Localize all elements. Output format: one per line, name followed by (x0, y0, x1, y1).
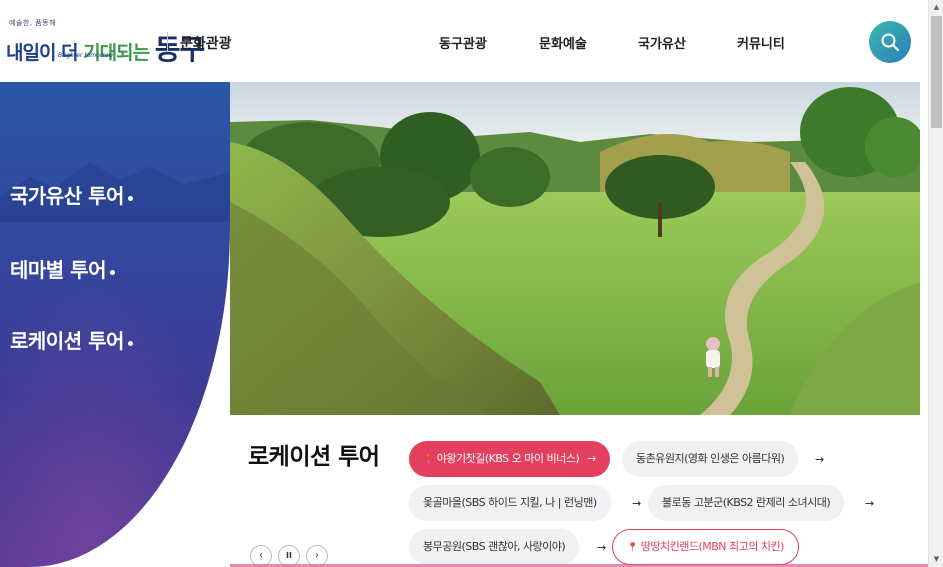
pause-icon: II (286, 551, 292, 560)
arrow-right-icon: → (597, 541, 607, 554)
arrow-right-icon: → (815, 453, 825, 466)
nav-item-culture-art[interactable]: 문화예술 (539, 33, 587, 52)
location-chip-bullo-tombs[interactable]: 불로동 고분군(KBS2 란제리 소녀시대) (648, 485, 845, 521)
bullet-dot (109, 270, 115, 275)
location-chip-label: 옻골마을(SBS 하이드 지킬, 나 | 런닝맨) (423, 496, 597, 509)
location-chip-label: 불로동 고분군(KBS2 란제리 소녀시대) (662, 496, 831, 509)
main-nav: 동구관광 문화예술 국가유산 커뮤니티 (0, 33, 928, 52)
logo-slogan: 예술한, 품동해 (9, 19, 57, 27)
location-chip-ttangttang-chicken[interactable]: 📍 땅땅치킨랜드(MBN 최고의 치킨) (612, 529, 799, 565)
search-button[interactable] (869, 21, 911, 63)
scroll-down-arrow[interactable]: ▼ (929, 552, 943, 567)
location-pin-icon: 📍 (423, 455, 434, 465)
nav-item-community[interactable]: 커뮤니티 (737, 33, 785, 52)
page-scrollbar[interactable]: ▲ ▼ (928, 0, 943, 567)
hero-landscape-image (230, 82, 920, 415)
tour-menu-theme-label: 테마별 투어 (10, 258, 106, 282)
location-tour-title: 로케이션 투어 (248, 444, 380, 470)
location-pin-icon: 📍 (627, 543, 638, 553)
tour-menu-location[interactable]: 로케이션 투어 (10, 325, 133, 354)
tour-menu-heritage[interactable]: 국가유산 투어 (10, 180, 133, 209)
arrow-right-icon: → (632, 497, 642, 510)
scroll-thumb[interactable] (931, 16, 942, 128)
logo-subtitle: Brighter tomorrow (58, 52, 114, 59)
tour-category-panel: 국가유산 투어 테마별 투어 로케이션 투어 (0, 82, 230, 567)
location-chip-dongchon-resort[interactable]: 동촌유원지(영화 인생은 아름다워) (622, 441, 799, 477)
tour-menu-heritage-label: 국가유산 투어 (10, 184, 124, 208)
arrow-right-icon: → (865, 497, 875, 510)
location-chip-label: 동촌유원지(영화 인생은 아름다워) (636, 452, 785, 465)
location-chip-label: 땅땅치킨랜드(MBN 최고의 치킨) (640, 540, 785, 553)
location-chip-label: 봉무공원(SBS 괜찮아, 사랑이야) (423, 540, 566, 553)
nav-item-donggu-tour[interactable]: 동구관광 (439, 33, 487, 52)
hero-photo (230, 82, 920, 415)
nav-item-national-heritage[interactable]: 국가유산 (638, 33, 686, 52)
scroll-up-arrow[interactable]: ▲ (929, 0, 943, 15)
site-header: 예술한, 품동해 내일이 더 기대되는 동구 Brighter tomorrow… (0, 0, 928, 82)
tour-menu-location-label: 로케이션 투어 (10, 329, 124, 353)
tour-menu-theme[interactable]: 테마별 투어 (10, 254, 115, 283)
bullet-dot (127, 341, 133, 346)
search-icon (881, 33, 900, 52)
location-chip-yawang-railway[interactable]: 📍 야왕기찻길(KBS 오 마이 비너스) → (409, 441, 610, 477)
bullet-dot (127, 196, 133, 201)
location-chip-bongmu-park[interactable]: 봉무공원(SBS 괜찮아, 사랑이야) (409, 529, 580, 565)
chevron-right-icon: › (315, 550, 319, 561)
location-chip-otgol-village[interactable]: 옻골마을(SBS 하이드 지킬, 나 | 런닝맨) (409, 485, 611, 521)
location-chip-label: 야왕기찻길(KBS 오 마이 비너스) (436, 452, 580, 465)
chevron-left-icon: ‹ (259, 550, 263, 561)
arrow-right-icon: → (587, 452, 596, 465)
